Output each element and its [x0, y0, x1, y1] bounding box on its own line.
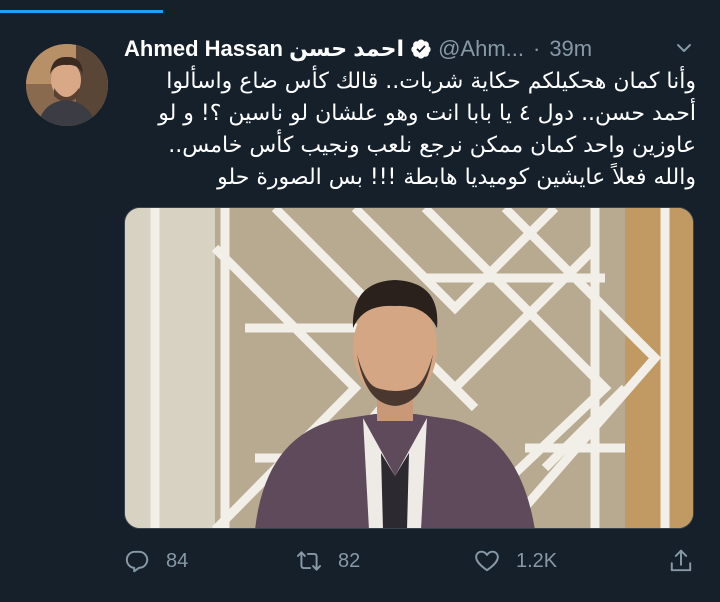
- photo-image: [125, 208, 693, 528]
- heart-icon: [475, 550, 499, 572]
- tweet-text-line: عاوزين واحد كمان ممكن نرجع نلعب ونجيب كأ…: [168, 133, 696, 158]
- tweet-text-line: وأنا كمان هحكيلكم حكاية شربات.. قالك كأس…: [166, 69, 696, 94]
- tweet-media-photo[interactable]: [124, 207, 694, 529]
- avatar[interactable]: [26, 44, 108, 126]
- like-button[interactable]: 1.2K: [474, 546, 557, 576]
- scroll-indicator: [0, 0, 720, 14]
- reply-count: 84: [166, 549, 189, 572]
- tweet-text: وأنا كمان هحكيلكم حكاية شربات.. قالك كأس…: [124, 66, 696, 194]
- tweet-text-line: والله فعلاً عايشين كوميديا هابطة !!! بس …: [217, 165, 696, 190]
- chevron-down-icon[interactable]: [676, 40, 692, 56]
- tweet-actions: 84 82 1.2K: [124, 546, 698, 576]
- scroll-indicator-bar: [0, 10, 163, 13]
- author-name[interactable]: Ahmed Hassan احمد حسن: [124, 36, 404, 62]
- reply-icon: [125, 550, 149, 573]
- retweet-button[interactable]: 82: [296, 546, 360, 576]
- verified-badge-icon: [411, 39, 431, 59]
- retweet-icon: [296, 551, 322, 571]
- share-icon: [670, 549, 692, 572]
- tweet-timestamp[interactable]: 39m: [549, 36, 592, 62]
- tweet-card[interactable]: Ahmed Hassan احمد حسن @Ahm... · 39m وأنا…: [0, 14, 720, 602]
- avatar-image: [26, 44, 108, 126]
- author-handle[interactable]: @Ahm...: [438, 36, 524, 62]
- like-count: 1.2K: [516, 549, 558, 572]
- header-separator: ·: [532, 36, 541, 61]
- share-button[interactable]: [668, 546, 694, 576]
- retweet-count: 82: [338, 549, 361, 572]
- reply-button[interactable]: 84: [124, 546, 188, 576]
- tweet-header: Ahmed Hassan احمد حسن @Ahm... · 39m: [124, 34, 698, 64]
- tweet-text-line: أحمد حسن.. دول ٤ يا بابا انت وهو علشان ل…: [158, 101, 696, 126]
